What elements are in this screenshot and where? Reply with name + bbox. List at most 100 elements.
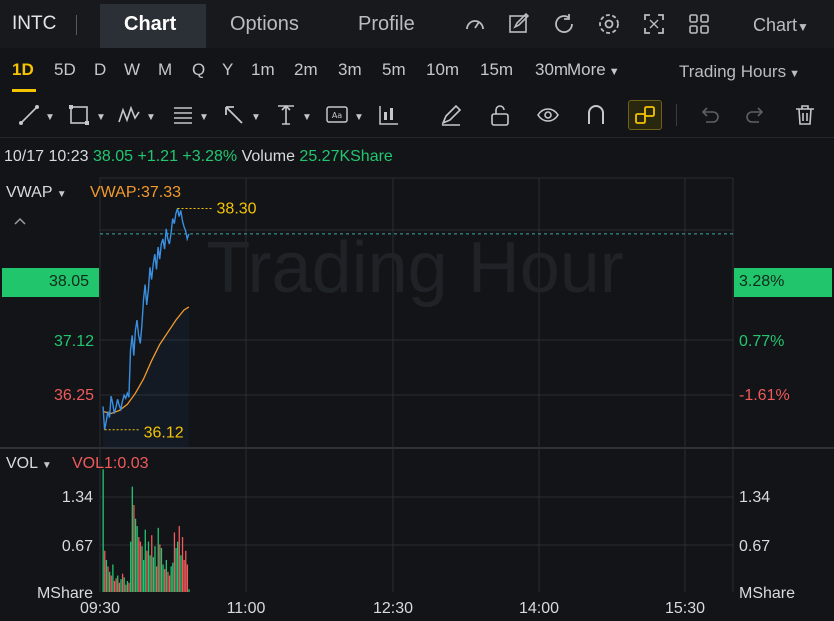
caret-down-icon[interactable]: ▼ (96, 112, 106, 123)
vol-unit-right: MShare (739, 585, 795, 602)
volume-bar (102, 469, 104, 592)
price-chart[interactable]: Trading Hour 38.30 36.12 37.12 36.25 0.77% -1… (0, 174, 834, 621)
volume-bar (104, 550, 106, 592)
trendline-icon[interactable] (18, 104, 40, 126)
quote-change-pct: +3.28% (182, 148, 238, 165)
volume-bar (143, 559, 145, 592)
caret-down-icon[interactable]: ▼ (146, 112, 156, 123)
volume-bar (186, 564, 189, 592)
vol-tick-left: 1.34 (62, 489, 93, 506)
volume-bar (112, 564, 114, 592)
trash-icon[interactable] (794, 104, 816, 126)
volume-bar (123, 577, 125, 592)
low-label: 36.12 (144, 425, 184, 442)
volume-bar (105, 559, 108, 592)
caret-down-icon: ▼ (797, 20, 809, 34)
volume-bar (144, 529, 146, 592)
period-5m[interactable]: 5m (382, 60, 406, 80)
edit-icon[interactable] (507, 12, 531, 36)
tab-chart[interactable]: Chart (124, 13, 176, 36)
volume-bar (175, 548, 177, 592)
refresh-icon[interactable] (552, 12, 576, 36)
caret-down-icon: ▼ (41, 460, 52, 471)
more-periods-dropdown[interactable]: More ▼ (567, 60, 620, 80)
quote-datetime: 10/17 10:23 (4, 148, 89, 165)
period-w[interactable]: W (124, 60, 140, 80)
measure-icon[interactable] (275, 104, 297, 126)
volume-label: Volume (241, 148, 295, 165)
volume-bar (139, 541, 142, 592)
period-3m[interactable]: 3m (338, 60, 362, 80)
caret-down-icon[interactable]: ▼ (199, 112, 209, 123)
speedometer-icon[interactable] (463, 12, 487, 36)
fibonacci-icon[interactable] (172, 104, 194, 126)
caret-down-icon[interactable]: ▼ (302, 112, 312, 123)
volume-bar (133, 504, 135, 592)
volume-bar (172, 562, 174, 592)
period-15m[interactable]: 15m (480, 60, 513, 80)
vol-indicator-label[interactable]: VOL ▼ (6, 455, 52, 473)
y-tick-right: -1.61% (739, 387, 790, 404)
current-pct-badge: 3.28% (734, 268, 832, 297)
arrow-icon[interactable] (223, 104, 245, 126)
fullscreen-icon[interactable] (642, 12, 666, 36)
vol-tick-right: 1.34 (739, 489, 770, 506)
pattern-icon[interactable] (118, 104, 140, 126)
y-tick-left: 37.12 (54, 333, 94, 350)
volume-bar (188, 589, 190, 592)
redo-icon[interactable] (745, 104, 767, 126)
period-1m[interactable]: 1m (251, 60, 275, 80)
period-d[interactable]: D (94, 60, 106, 80)
grid-layout-icon[interactable] (687, 12, 711, 36)
period-10m[interactable]: 10m (426, 60, 459, 80)
caret-down-icon[interactable]: ▼ (354, 112, 364, 123)
tab-options[interactable]: Options (230, 13, 299, 36)
period-5d[interactable]: 5D (54, 60, 76, 80)
pencil-icon[interactable] (440, 104, 462, 126)
chart-type-label: Chart (753, 15, 798, 35)
x-tick-label: 14:00 (519, 600, 559, 617)
volume-bar (113, 581, 116, 592)
eye-icon[interactable] (537, 104, 559, 126)
volume-bar (147, 541, 150, 592)
magnet-icon[interactable] (585, 104, 607, 126)
volume-bar (126, 581, 129, 592)
volume-bar (170, 566, 172, 592)
indicator-icon[interactable] (378, 104, 400, 126)
settings-icon[interactable] (597, 12, 621, 36)
volume-bar (178, 526, 180, 592)
tab-profile[interactable]: Profile (358, 13, 415, 36)
volume-bar (157, 527, 159, 592)
caret-down-icon: ▼ (56, 189, 67, 200)
period-2m[interactable]: 2m (294, 60, 318, 80)
volume-bars (102, 469, 190, 592)
volume-bar (185, 550, 187, 592)
chart-type-dropdown[interactable]: Chart▼ (753, 15, 809, 36)
quote-volume: 25.27KShare (299, 148, 393, 165)
rectangle-icon[interactable] (68, 104, 90, 126)
collapse-chevron-icon[interactable] (13, 216, 27, 226)
text-annotation-icon[interactable]: Aa (326, 104, 348, 126)
volume-bar (160, 548, 163, 592)
period-m[interactable]: M (158, 60, 172, 80)
link-icon[interactable] (634, 104, 656, 126)
period-30m[interactable]: 30m (535, 60, 568, 80)
vwap-indicator-label[interactable]: VWAP ▼ (6, 184, 67, 202)
period-1d[interactable]: 1D (12, 60, 34, 80)
more-label: More (567, 60, 606, 79)
volume-bar (167, 571, 169, 592)
volume-bar (120, 579, 122, 592)
vol-tick-right: 0.67 (739, 538, 770, 555)
volume-bar (146, 550, 148, 592)
period-q[interactable]: Q (192, 60, 205, 80)
caret-down-icon[interactable]: ▼ (45, 112, 55, 123)
period-y[interactable]: Y (222, 60, 233, 80)
caret-down-icon[interactable]: ▼ (251, 112, 261, 123)
session-dropdown[interactable]: Trading Hours ▼ (679, 62, 800, 82)
volume-bar (141, 546, 143, 592)
volume-bar (180, 555, 182, 592)
undo-icon[interactable] (698, 104, 720, 126)
volume-bar (165, 559, 167, 592)
volume-bar (154, 546, 156, 592)
unlock-icon[interactable] (489, 104, 511, 126)
